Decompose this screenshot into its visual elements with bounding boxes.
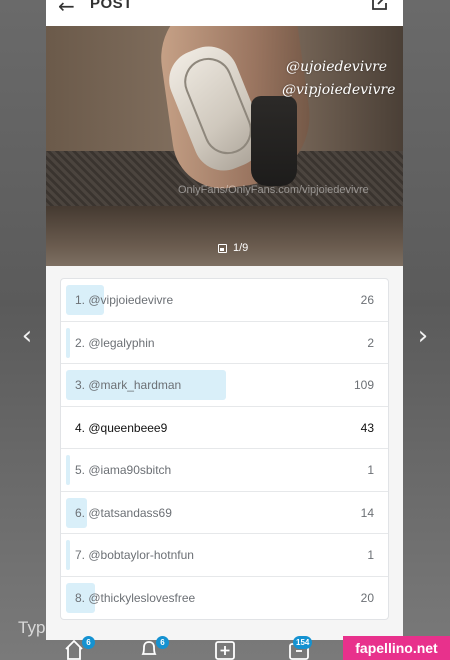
- image-counter: 1/9: [212, 238, 254, 258]
- ranking-row[interactable]: 4. @queenbeee9 43: [61, 407, 388, 449]
- ranking-bar: [66, 327, 70, 358]
- ranking-row[interactable]: 3. @mark_hardman 109: [61, 364, 388, 407]
- ranking-count: 20: [360, 590, 374, 605]
- post-title: POST: [90, 0, 133, 12]
- ranking-bar: [66, 540, 70, 570]
- ranking-row[interactable]: 7. @bobtaylor-hotnfun 1: [61, 534, 388, 577]
- ranking-label: 8. @thickyleslovesfree: [75, 590, 196, 605]
- ranking-count: 14: [360, 505, 374, 520]
- messages-badge: 154: [293, 636, 313, 649]
- ranking-label: 2. @legalyphin: [75, 335, 155, 350]
- gallery-icon: [218, 243, 227, 253]
- ranking-row[interactable]: 5. @iama90sbitch 1: [61, 449, 388, 492]
- edit-icon[interactable]: [371, 0, 389, 10]
- ranking-count: 26: [360, 293, 374, 307]
- image-counter-text: 1/9: [233, 242, 249, 254]
- ranking-count: 1: [367, 548, 374, 562]
- ranking-count: 109: [353, 378, 374, 392]
- ranking-label: 1. @vipjoiedevivre: [75, 293, 174, 307]
- image-watermark: @vipjoiedevivre: [282, 82, 396, 98]
- ranking-count: 2: [367, 335, 374, 350]
- ranking-row[interactable]: 6. @tatsandass69 14: [61, 492, 388, 534]
- back-arrow-icon[interactable]: ←: [58, 0, 75, 18]
- notifications-badge: 6: [156, 636, 169, 649]
- ranking-count: 43: [360, 420, 374, 435]
- add-icon[interactable]: [214, 638, 236, 660]
- image-overlay-watermark: OnlyFans/OnlyFans.com/vipjoiedevivre: [178, 184, 369, 196]
- ranking-row[interactable]: 2. @legalyphin 2: [61, 322, 388, 364]
- post-card: ← POST @ujoiedevivre @vipjoiedevivre Onl…: [46, 0, 403, 640]
- previous-post-arrow-icon[interactable]: ‹: [12, 318, 42, 354]
- ranking-list: 1. @vipjoiedevivre 26 2. @legalyphin 2 3. @m…: [60, 278, 389, 620]
- ranking-label: 4. @queenbeee9: [75, 420, 168, 435]
- post-image[interactable]: @ujoiedevivre @vipjoiedevivre OnlyFans/O…: [46, 26, 403, 266]
- site-watermark-badge: fapellino.net: [343, 636, 450, 660]
- ranking-label: 6. @tatsandass69: [75, 505, 172, 520]
- ranking-label: 3. @mark_hardman: [75, 378, 182, 392]
- ranking-count: 1: [367, 463, 374, 477]
- ranking-row[interactable]: 8. @thickyleslovesfree 20: [61, 577, 388, 620]
- ranking-row[interactable]: 1. @vipjoiedevivre 26: [61, 279, 388, 322]
- home-badge: 6: [82, 636, 95, 649]
- ranking-bar: [66, 455, 70, 485]
- ranking-label: 7. @bobtaylor-hotnfun: [75, 548, 194, 562]
- image-watermark: @ujoiedevivre: [286, 59, 388, 75]
- post-header: ← POST: [46, 0, 403, 26]
- image-sneaker-dark: [251, 96, 297, 186]
- ranking-label: 5. @iama90sbitch: [75, 463, 172, 477]
- next-post-arrow-icon[interactable]: ›: [408, 318, 438, 354]
- comment-input[interactable]: Typ: [18, 618, 45, 638]
